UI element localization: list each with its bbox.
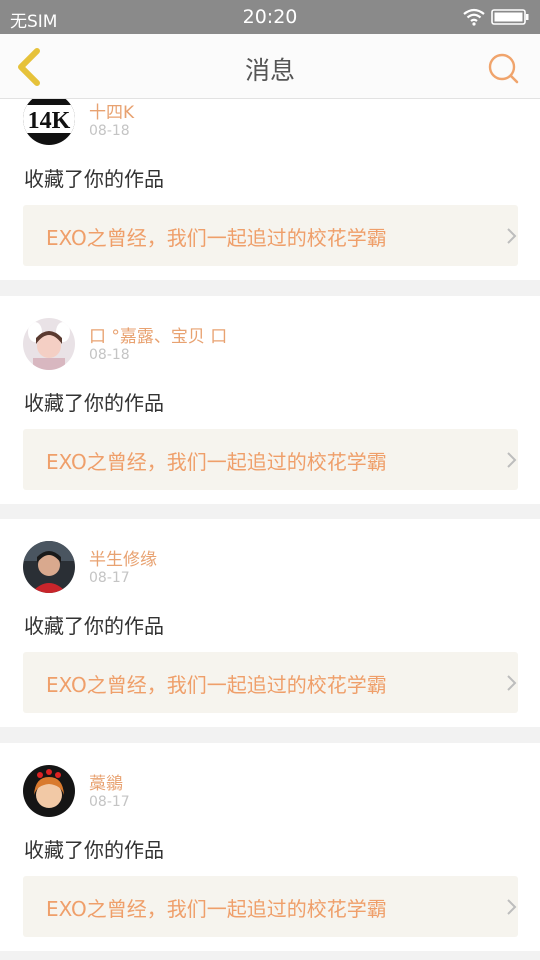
message-card: 14K 十四K 08-18 收藏了你的作品 EXO之曾经，我们一起追过的校花学霸 <box>0 99 540 280</box>
message-date: 08-17 <box>89 570 130 586</box>
chevron-right-icon <box>507 452 517 468</box>
work-title: EXO之曾经，我们一起追过的校花学霸 <box>46 897 387 921</box>
chevron-right-icon <box>507 675 517 691</box>
nav-bar: 消息 <box>0 34 540 99</box>
username[interactable]: 藁鶲 <box>89 769 123 794</box>
chevron-right-icon <box>507 899 517 915</box>
message-card: 藁鶲 08-17 收藏了你的作品 EXO之曾经，我们一起追过的校花学霸 <box>0 743 540 951</box>
username[interactable]: 口 °嘉露、宝贝 口 <box>89 322 227 347</box>
action-text: 收藏了你的作品 <box>24 838 164 862</box>
username[interactable]: 半生修缘 <box>89 545 157 570</box>
message-list[interactable]: 14K 十四K 08-18 收藏了你的作品 EXO之曾经，我们一起追过的校花学霸… <box>0 99 540 960</box>
chevron-right-icon <box>507 228 517 244</box>
avatar[interactable] <box>23 318 75 370</box>
work-title: EXO之曾经，我们一起追过的校花学霸 <box>46 450 387 474</box>
message-card: 口 °嘉露、宝贝 口 08-18 收藏了你的作品 EXO之曾经，我们一起追过的校… <box>0 296 540 504</box>
avatar[interactable]: 14K <box>23 99 75 145</box>
message-date: 08-17 <box>89 794 130 810</box>
avatar-logo-text: 14K <box>28 108 71 134</box>
work-title: EXO之曾经，我们一起追过的校花学霸 <box>46 226 387 250</box>
work-link[interactable]: EXO之曾经，我们一起追过的校花学霸 <box>23 876 518 937</box>
message-card: 半生修缘 08-17 收藏了你的作品 EXO之曾经，我们一起追过的校花学霸 <box>0 519 540 727</box>
work-link[interactable]: EXO之曾经，我们一起追过的校花学霸 <box>23 429 518 490</box>
status-bar: 无SIM 20:20 <box>0 0 540 34</box>
search-icon[interactable] <box>486 51 520 85</box>
username[interactable]: 十四K <box>89 99 134 123</box>
work-link[interactable]: EXO之曾经，我们一起追过的校花学霸 <box>23 205 518 266</box>
battery-icon <box>491 9 529 25</box>
avatar[interactable] <box>23 541 75 593</box>
message-date: 08-18 <box>89 123 130 139</box>
action-text: 收藏了你的作品 <box>24 614 164 638</box>
action-text: 收藏了你的作品 <box>24 391 164 415</box>
work-link[interactable]: EXO之曾经，我们一起追过的校花学霸 <box>23 652 518 713</box>
clock: 20:20 <box>242 6 298 28</box>
page-title: 消息 <box>244 56 295 85</box>
wifi-icon <box>463 8 485 26</box>
avatar[interactable] <box>23 765 75 817</box>
message-date: 08-18 <box>89 347 130 363</box>
action-text: 收藏了你的作品 <box>24 167 164 191</box>
work-title: EXO之曾经，我们一起追过的校花学霸 <box>46 673 387 697</box>
